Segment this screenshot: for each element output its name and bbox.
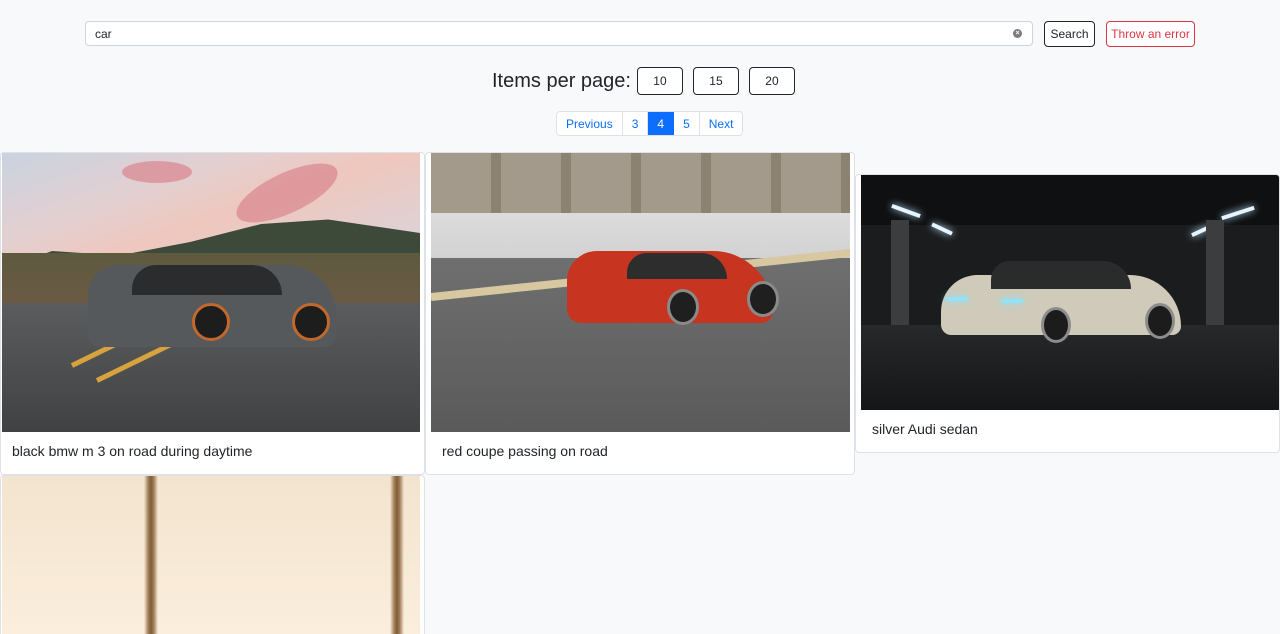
pagination-next[interactable]: Next (700, 112, 743, 135)
items-per-page: Items per page: 10 15 20 (492, 67, 805, 95)
items-per-page-15-button[interactable]: 15 (692, 67, 739, 95)
throw-error-button[interactable]: Throw an error (1106, 21, 1195, 47)
search-bar: × Search Throw an error (85, 20, 1195, 47)
result-card[interactable]: black bmw m 3 on road during daytime (0, 152, 425, 475)
pagination: Previous 3 4 5 Next (556, 111, 744, 136)
items-per-page-20-button[interactable]: 20 (748, 67, 795, 95)
result-image[interactable] (2, 153, 420, 432)
search-button[interactable]: Search (1044, 21, 1095, 47)
result-card[interactable]: red coupe passing on road (425, 152, 855, 475)
pagination-previous[interactable]: Previous (557, 112, 623, 135)
pagination-page-3[interactable]: 3 (623, 112, 649, 135)
items-per-page-10-button[interactable]: 10 (636, 67, 683, 95)
result-title: silver Audi sedan (872, 421, 978, 437)
clear-search-icon[interactable]: × (1013, 29, 1022, 38)
pagination-page-4[interactable]: 4 (648, 112, 675, 135)
result-image[interactable] (861, 175, 1279, 410)
page: × Search Throw an error Items per page: … (0, 0, 1280, 634)
result-card[interactable] (0, 475, 425, 634)
result-image[interactable] (2, 476, 420, 634)
result-title: red coupe passing on road (442, 443, 608, 459)
result-image[interactable] (431, 153, 850, 432)
items-per-page-label: Items per page: (492, 69, 631, 92)
search-input[interactable] (85, 21, 1033, 46)
pagination-page-5[interactable]: 5 (674, 112, 700, 135)
result-card[interactable]: silver Audi sedan (855, 174, 1280, 453)
result-title: black bmw m 3 on road during daytime (12, 443, 253, 459)
